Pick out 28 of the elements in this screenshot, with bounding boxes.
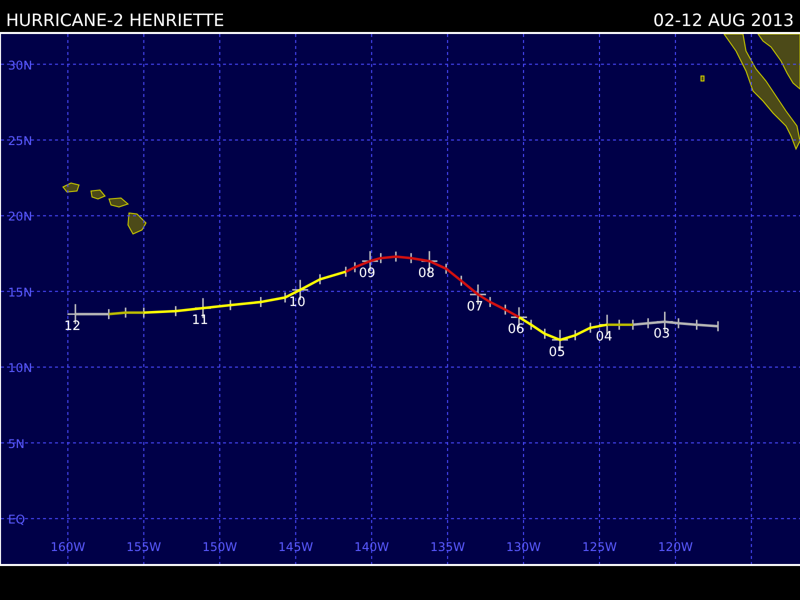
latitude-label: 15N [8,285,32,300]
date-label: 09 [358,266,376,282]
longitude-label: 130W [506,540,541,554]
latitude-label: EQ [8,512,26,527]
latitude-label: 25N [8,134,32,148]
latitude-label: 20N [8,210,32,224]
longitude-label: 145W [278,540,314,554]
date-label: 12 [64,319,81,334]
longitude-label: 140W [354,540,390,554]
date-label: 06 [508,322,524,338]
longitude-label: 150W [202,540,238,554]
longitude-label: 120W [658,540,693,554]
date-label: 10 [288,294,306,310]
date-label: 05 [548,344,566,360]
latitude-label: 5N [8,436,25,451]
date-label: 04 [596,330,612,345]
longitude-label: 135W [430,540,465,554]
storm-title: HURRICANE-2 HENRIETTE [6,11,224,31]
longitude-label: 160W [50,540,86,554]
latitude-label: 10N [8,361,32,376]
date-range: 02-12 AUG 2013 [653,11,794,31]
latitude-label: 30N [8,58,32,72]
longitude-label: 155W [126,540,162,554]
date-label: 07 [466,299,484,314]
longitude-label: 125W [582,540,617,554]
date-label: 08 [418,266,435,282]
date-label: 11 [192,313,208,328]
date-label: 03 [654,326,670,342]
